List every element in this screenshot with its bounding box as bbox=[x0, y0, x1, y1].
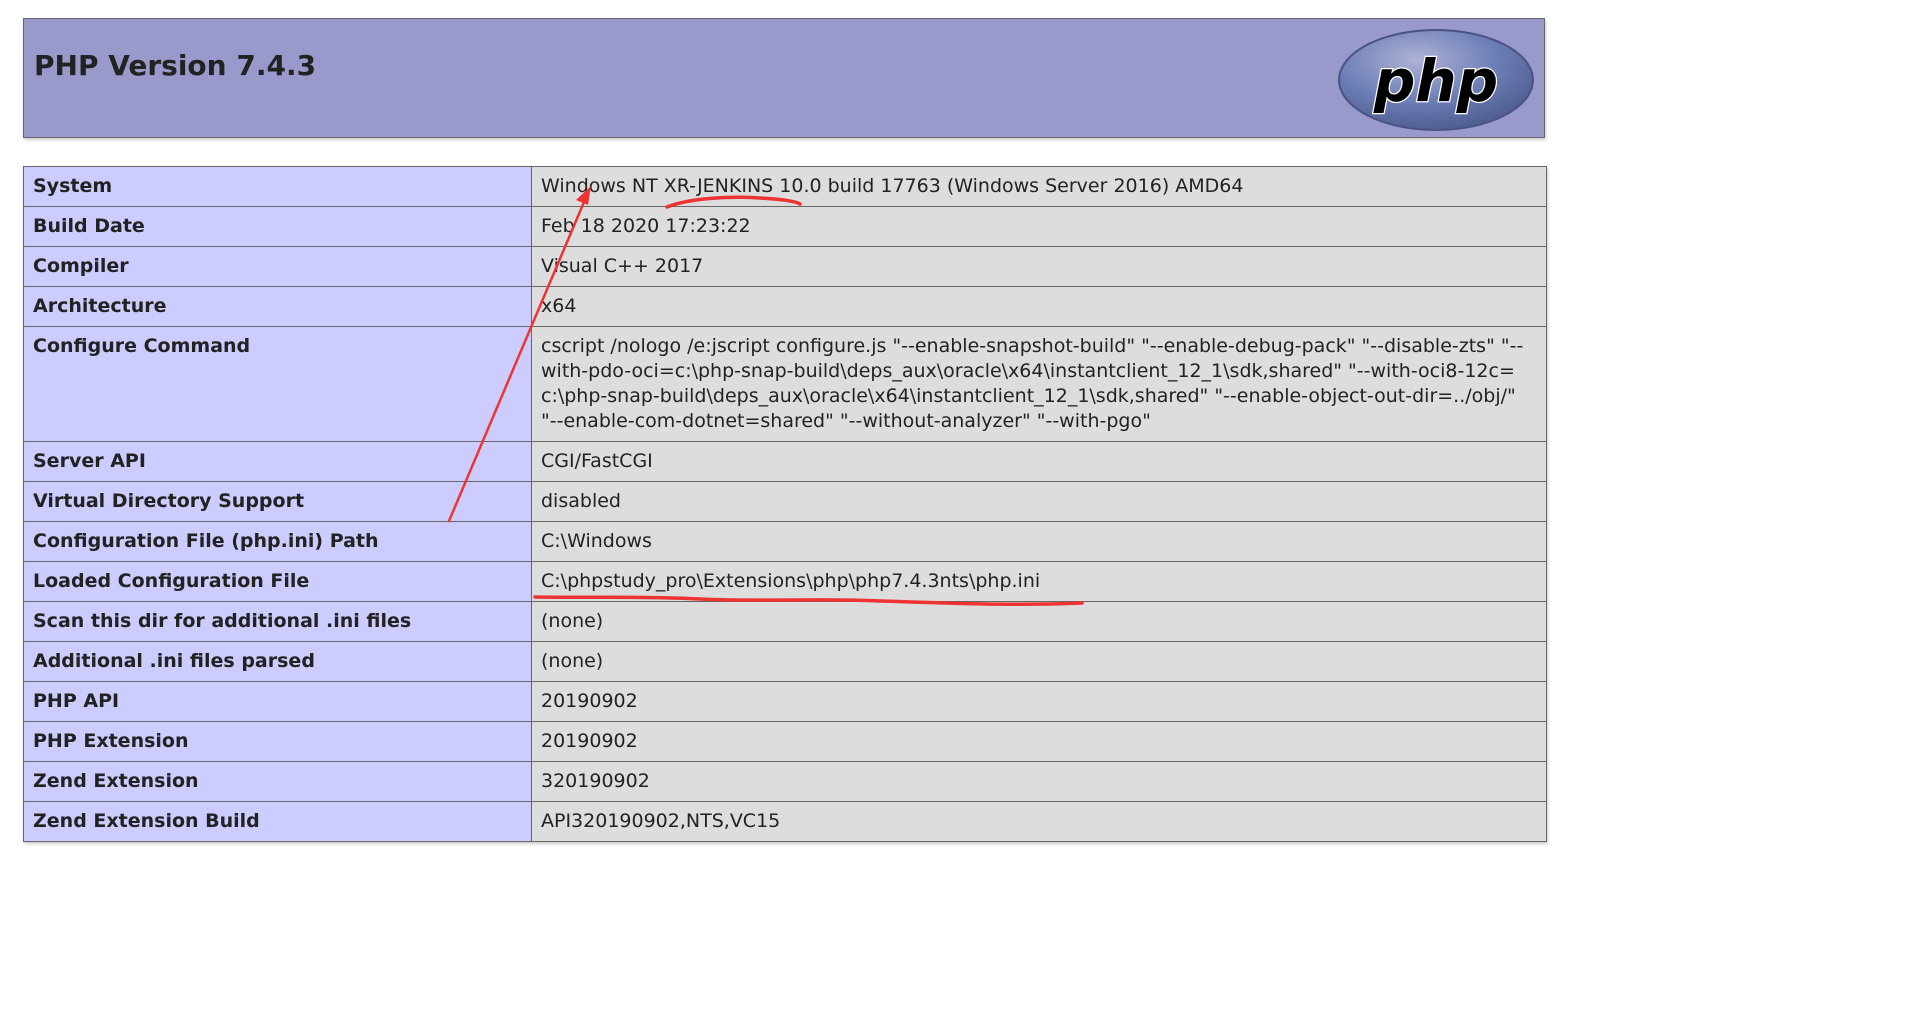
info-value: x64 bbox=[531, 286, 1547, 327]
info-row: Zend Extension 320190902 bbox=[23, 761, 1547, 802]
info-label: Build Date bbox=[23, 206, 532, 247]
info-label: PHP Extension bbox=[23, 721, 532, 762]
info-label: Configure Command bbox=[23, 326, 532, 442]
info-label: Architecture bbox=[23, 286, 532, 327]
page-title: PHP Version 7.4.3 bbox=[34, 49, 317, 82]
info-value: CGI/FastCGI bbox=[531, 441, 1547, 482]
info-row: Virtual Directory Support disabled bbox=[23, 481, 1547, 522]
info-label: Additional .ini files parsed bbox=[23, 641, 532, 682]
info-label: Loaded Configuration File bbox=[23, 561, 532, 602]
php-info-table: System Windows NT XR-JENKINS 10.0 build 1… bbox=[23, 166, 1547, 842]
info-row: Zend Extension Build API320190902,NTS,VC1… bbox=[23, 801, 1547, 842]
info-label: Server API bbox=[23, 441, 532, 482]
info-row: System Windows NT XR-JENKINS 10.0 build 1… bbox=[23, 166, 1547, 207]
info-row: Configure Command cscript /nologo /e:jscr… bbox=[23, 326, 1547, 442]
php-logo: php bbox=[1338, 29, 1534, 131]
info-label: Zend Extension Build bbox=[23, 801, 532, 842]
info-row: Scan this dir for additional .ini files(… bbox=[23, 601, 1547, 642]
info-label: System bbox=[23, 166, 532, 207]
info-row: Configuration File (php.ini) Path C:\Wind… bbox=[23, 521, 1547, 562]
info-value: C:\phpstudy_pro\Extensions\php\php7.4.3n… bbox=[531, 561, 1547, 602]
info-value: C:\Windows bbox=[531, 521, 1547, 562]
info-value: disabled bbox=[531, 481, 1547, 522]
info-row: Build Date Feb 18 2020 17:23:22 bbox=[23, 206, 1547, 247]
info-value: 20190902 bbox=[531, 681, 1547, 722]
info-value: Feb 18 2020 17:23:22 bbox=[531, 206, 1547, 247]
info-value: (none) bbox=[531, 601, 1547, 642]
info-row: Architecture x64 bbox=[23, 286, 1547, 327]
php-version-header: PHP Version 7.4.3 php bbox=[23, 18, 1545, 138]
info-value: (none) bbox=[531, 641, 1547, 682]
info-label: PHP API bbox=[23, 681, 532, 722]
info-row: Loaded Configuration File C:\phpstudy_pro… bbox=[23, 561, 1547, 602]
php-logo-text: php bbox=[1373, 47, 1498, 115]
info-value: cscript /nologo /e:jscript configure.js … bbox=[531, 326, 1547, 442]
info-row: Server API CGI/FastCGI bbox=[23, 441, 1547, 482]
info-label: Zend Extension bbox=[23, 761, 532, 802]
info-row: Compiler Visual C++ 2017 bbox=[23, 246, 1547, 287]
info-label: Virtual Directory Support bbox=[23, 481, 532, 522]
info-value: Visual C++ 2017 bbox=[531, 246, 1547, 287]
info-value: 320190902 bbox=[531, 761, 1547, 802]
info-row: Additional .ini files parsed (none) bbox=[23, 641, 1547, 682]
info-label: Compiler bbox=[23, 246, 532, 287]
info-label: Configuration File (php.ini) Path bbox=[23, 521, 532, 562]
info-row: PHP Extension 20190902 bbox=[23, 721, 1547, 762]
info-row: PHP API 20190902 bbox=[23, 681, 1547, 722]
info-value: 20190902 bbox=[531, 721, 1547, 762]
info-value: Windows NT XR-JENKINS 10.0 build 17763 (… bbox=[531, 166, 1547, 207]
info-value: API320190902,NTS,VC15 bbox=[531, 801, 1547, 842]
info-label: Scan this dir for additional .ini files bbox=[23, 601, 532, 642]
